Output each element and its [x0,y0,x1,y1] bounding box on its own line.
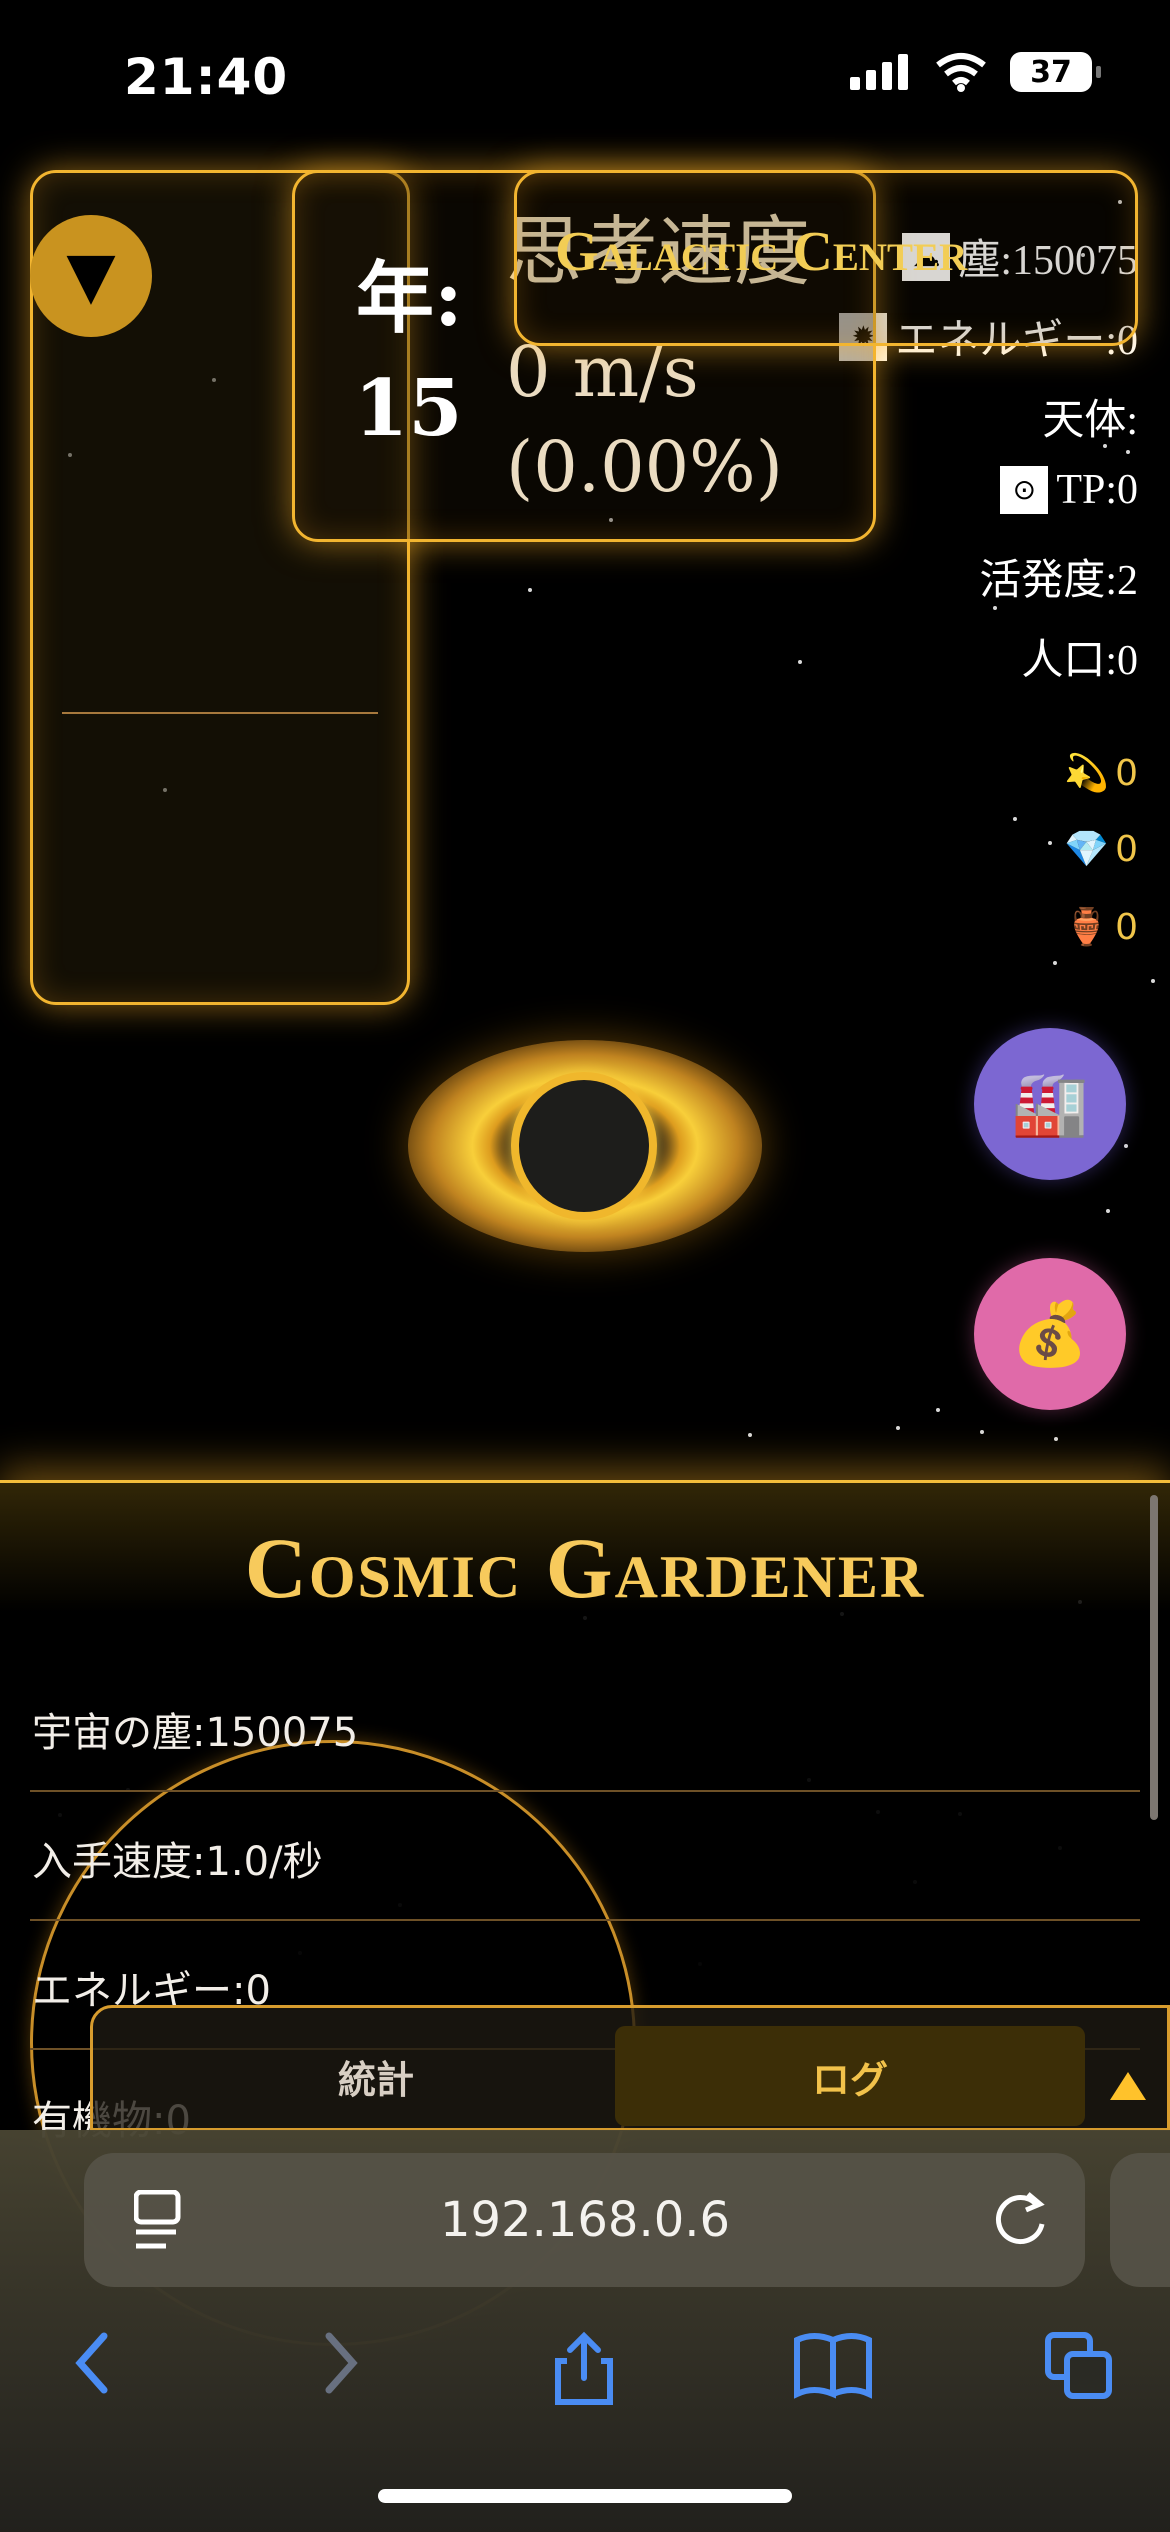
mini-resource-2: 💎 0 [1064,828,1138,871]
mini-resource-1: 💫 0 [1064,752,1138,795]
home-indicator[interactable] [378,2489,792,2503]
stat-divider [30,1790,1140,1792]
factory-icon: 🏭 [1011,1067,1089,1140]
resource-divider [62,712,378,714]
year-value: 15 [354,363,463,454]
thinking-speed-value: 0 m/s (0.00%) [506,325,783,514]
status-icons: 37 [850,52,1101,92]
galactic-center-title[interactable]: Galactic Center [555,224,967,280]
expand-arrow-icon[interactable] [1110,2072,1146,2100]
tab-statistics[interactable]: 統計 [120,2026,632,2126]
tp-resource: ⊙ TP:0 [1000,466,1138,514]
cosmic-gardener-title: Cosmic Gardener [244,1520,926,1616]
battery-level: 37 [1030,54,1072,90]
year-label: 年: [356,253,463,344]
activity-label: 活発度:2 [979,558,1138,604]
gain-rate-stat: 入手速度:1.0/秒 [32,1839,323,1885]
thinking-percent: (0.00%) [506,425,783,508]
tp-icon: ⊙ [1000,466,1049,514]
panel-toggle-button[interactable]: ▼ [30,215,152,337]
activity-resource: 活発度:2 [979,546,1138,607]
comet-icon: 💫 [1064,753,1110,794]
stat-divider [30,1919,1140,1921]
reader-icon[interactable] [134,2190,186,2252]
population-resource: 人口:0 [1021,626,1138,687]
money-bag-button[interactable]: 💰 [974,1258,1126,1410]
wifi-icon [936,53,986,92]
tp-label: TP:0 [1056,467,1138,513]
celestial-label: 天体: [1042,398,1138,444]
celestial-resource: 天体: [1042,386,1138,447]
battery-indicator: 37 [1010,52,1101,92]
money-bag-icon: 💰 [1011,1297,1089,1370]
back-icon[interactable] [68,2330,118,2396]
reload-icon[interactable] [992,2188,1048,2246]
url-text[interactable]: 192.168.0.6 [300,2192,870,2248]
status-time: 21:40 [124,48,289,106]
forward-icon[interactable] [315,2330,365,2396]
gem-icon: 💎 [1064,829,1110,870]
tabs-icon[interactable] [1043,2330,1117,2404]
triangle-down-icon: ▼ [66,239,116,313]
share-icon[interactable] [550,2330,618,2408]
signal-icon [850,54,908,90]
jar-icon: 🏺 [1064,907,1110,948]
mini-resource-3: 🏺 0 [1064,906,1138,949]
population-label: 人口:0 [1021,638,1138,684]
panel-scrollbar[interactable] [1150,1495,1158,1820]
dust-total-stat: 宇宙の塵:150075 [32,1710,359,1756]
factory-button[interactable]: 🏭 [974,1028,1126,1180]
tab-log[interactable]: ログ [615,2026,1085,2126]
next-tab-preview[interactable] [1110,2153,1170,2287]
planet-core[interactable] [511,1072,657,1220]
bookmarks-icon[interactable] [792,2330,874,2400]
